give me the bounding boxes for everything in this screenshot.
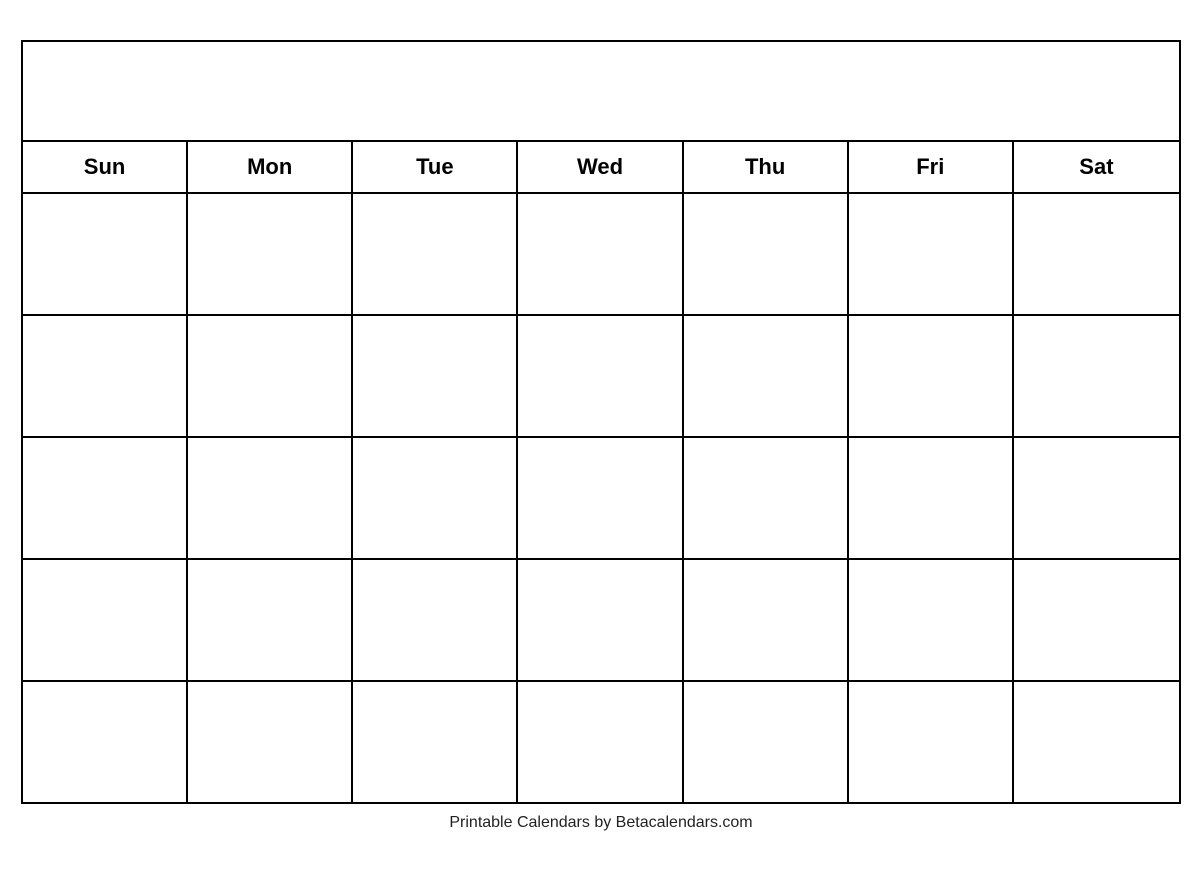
day-cell[interactable] [353, 682, 518, 802]
day-cell[interactable] [188, 560, 353, 680]
calendar-footer: Printable Calendars by Betacalendars.com [449, 814, 752, 832]
day-cell[interactable] [1014, 682, 1179, 802]
day-cell[interactable] [1014, 560, 1179, 680]
day-cell[interactable] [188, 438, 353, 558]
week-row-1 [23, 194, 1179, 316]
calendar-header-row: Sun Mon Tue Wed Thu Fri Sat [23, 142, 1179, 194]
day-cell[interactable] [23, 194, 188, 314]
week-row-2 [23, 316, 1179, 438]
day-cell[interactable] [23, 316, 188, 436]
day-cell[interactable] [23, 682, 188, 802]
week-row-3 [23, 438, 1179, 560]
day-cell[interactable] [353, 194, 518, 314]
day-cell[interactable] [1014, 194, 1179, 314]
header-sun: Sun [23, 142, 188, 192]
day-cell[interactable] [23, 560, 188, 680]
header-mon: Mon [188, 142, 353, 192]
header-sat: Sat [1014, 142, 1179, 192]
day-cell[interactable] [188, 682, 353, 802]
day-cell[interactable] [849, 682, 1014, 802]
day-cell[interactable] [684, 316, 849, 436]
day-cell[interactable] [849, 560, 1014, 680]
header-thu: Thu [684, 142, 849, 192]
day-cell[interactable] [684, 194, 849, 314]
day-cell[interactable] [684, 438, 849, 558]
day-cell[interactable] [518, 194, 683, 314]
day-cell[interactable] [1014, 438, 1179, 558]
day-cell[interactable] [518, 560, 683, 680]
day-cell[interactable] [23, 438, 188, 558]
day-cell[interactable] [849, 438, 1014, 558]
day-cell[interactable] [353, 316, 518, 436]
day-cell[interactable] [353, 438, 518, 558]
calendar-container: Sun Mon Tue Wed Thu Fri Sat [21, 40, 1181, 804]
day-cell[interactable] [849, 316, 1014, 436]
day-cell[interactable] [188, 194, 353, 314]
day-cell[interactable] [518, 682, 683, 802]
day-cell[interactable] [849, 194, 1014, 314]
header-fri: Fri [849, 142, 1014, 192]
calendar-wrapper: Sun Mon Tue Wed Thu Fri Sat [21, 40, 1181, 832]
week-row-5 [23, 682, 1179, 802]
header-wed: Wed [518, 142, 683, 192]
day-cell[interactable] [353, 560, 518, 680]
calendar-body [23, 194, 1179, 802]
day-cell[interactable] [1014, 316, 1179, 436]
day-cell[interactable] [518, 316, 683, 436]
day-cell[interactable] [684, 560, 849, 680]
day-cell[interactable] [188, 316, 353, 436]
day-cell[interactable] [684, 682, 849, 802]
calendar-title-row [23, 42, 1179, 142]
day-cell[interactable] [518, 438, 683, 558]
header-tue: Tue [353, 142, 518, 192]
week-row-4 [23, 560, 1179, 682]
